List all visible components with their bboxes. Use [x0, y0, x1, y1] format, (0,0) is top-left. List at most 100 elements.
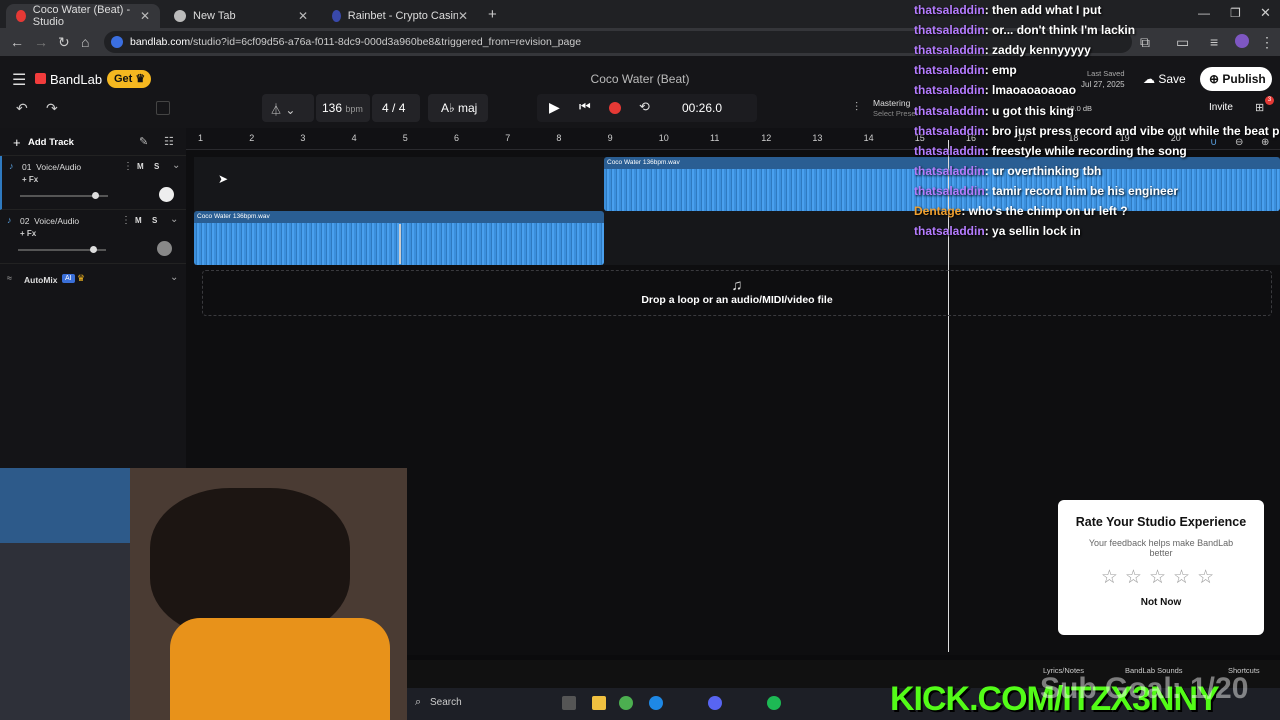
- wand-icon[interactable]: ✎: [139, 135, 148, 148]
- play-icon[interactable]: ▶: [549, 99, 560, 116]
- track-row-1[interactable]: ♪ 01 Voice/Audio + Fx ⋮ M S ⌄: [0, 156, 186, 210]
- star-icon[interactable]: ☆: [1101, 567, 1125, 588]
- url-host: bandlab.com: [130, 36, 191, 48]
- record-icon[interactable]: [609, 102, 621, 114]
- star-icon[interactable]: ☆: [1197, 567, 1221, 588]
- track-menu-icon[interactable]: ⋮: [123, 161, 133, 172]
- star-icon[interactable]: ☆: [1149, 567, 1173, 588]
- home-icon[interactable]: ⌂: [81, 34, 89, 50]
- spotify-icon[interactable]: [767, 696, 781, 710]
- ruler-bar-number: 6: [454, 133, 460, 143]
- webcam-overlay: [0, 468, 407, 720]
- view-toggle-icon[interactable]: [156, 101, 170, 115]
- close-tab-icon[interactable]: ✕: [140, 9, 150, 23]
- redo-icon[interactable]: ↷: [46, 100, 58, 117]
- mastering-icon[interactable]: ⫶: [855, 100, 858, 115]
- track-menu-icon[interactable]: ⋮: [121, 215, 131, 226]
- new-tab-icon[interactable]: +: [488, 6, 497, 23]
- chat-text: : ur overthinking tbh: [984, 163, 1102, 178]
- clip-split-marker: [399, 224, 401, 264]
- chat-message: thatsaladdin: ya sellin lock in: [914, 224, 1081, 238]
- bpm-field[interactable]: 136 bpm: [316, 94, 370, 122]
- add-icon[interactable]: +: [13, 135, 21, 150]
- chat-text: : who's the chimp on ur left ?: [961, 204, 1128, 218]
- mute-button[interactable]: M: [135, 216, 142, 225]
- mastering-label[interactable]: Mastering: [873, 98, 910, 108]
- ruler-bar-number: 4: [351, 133, 357, 143]
- tab-new[interactable]: New Tab ✕: [164, 4, 318, 28]
- close-tab-icon[interactable]: ✕: [458, 9, 468, 23]
- close-tab-icon[interactable]: ✕: [298, 9, 308, 23]
- add-fx-button[interactable]: + Fx: [22, 175, 38, 184]
- discord-icon[interactable]: [708, 696, 722, 710]
- chat-username: thatsaladdin: [914, 43, 985, 58]
- automix-row[interactable]: ≈ AutoMix AI ♛ ⌄: [0, 268, 186, 292]
- brand-name: BandLab: [50, 72, 103, 87]
- project-title[interactable]: Coco Water (Beat): [520, 72, 760, 86]
- chat-username: thatsaladdin: [914, 23, 985, 38]
- volume-slider-handle[interactable]: [91, 192, 99, 199]
- track-row-2[interactable]: ♪ 02 Voice/Audio + Fx ⋮ M S ⌄: [0, 210, 186, 264]
- add-fx-button[interactable]: + Fx: [20, 229, 36, 238]
- solo-button[interactable]: S: [152, 216, 157, 225]
- add-track-button[interactable]: Add Track: [28, 137, 74, 148]
- rainbet-favicon-icon: [332, 10, 341, 22]
- music-note-icon: ♫: [731, 277, 743, 294]
- chat-text: : then add what I put: [984, 3, 1102, 17]
- chat-username: thatsaladdin: [914, 163, 985, 178]
- loop-icon[interactable]: ⟲: [639, 99, 650, 115]
- sliders-icon[interactable]: ☷: [164, 135, 174, 148]
- chevron-down-icon[interactable]: ⌄: [172, 160, 180, 171]
- star-icon[interactable]: ☆: [1125, 567, 1149, 588]
- ruler-bar-number: 8: [556, 133, 562, 143]
- chat-username: thatsaladdin: [914, 63, 985, 78]
- taskbar-search[interactable]: Search: [430, 697, 462, 708]
- reload-icon[interactable]: ↻: [58, 34, 70, 51]
- skip-back-icon[interactable]: ⏮: [579, 99, 591, 115]
- key-field[interactable]: A♭ maj: [428, 94, 488, 122]
- not-now-button[interactable]: Not Now: [1058, 597, 1264, 608]
- ruler-bar-number: 14: [863, 133, 874, 143]
- solo-button[interactable]: S: [154, 162, 159, 171]
- chevron-down-icon[interactable]: ⌄: [170, 272, 178, 283]
- pan-knob[interactable]: [157, 241, 172, 256]
- chrome-icon[interactable]: [619, 696, 633, 710]
- folder-icon[interactable]: [592, 696, 606, 710]
- key-value: A♭ maj: [441, 101, 478, 115]
- track-panel: + Add Track ✎ ☷ ♪ 01 Voice/Audio + Fx ⋮ …: [0, 128, 186, 468]
- search-icon[interactable]: ⌕: [415, 696, 421, 709]
- volume-slider-handle[interactable]: [89, 246, 97, 253]
- back-icon[interactable]: ←: [10, 34, 24, 50]
- edge-icon[interactable]: [649, 696, 663, 710]
- pan-knob[interactable]: [159, 187, 174, 202]
- chat-message: Dentage: who's the chimp on ur left ?: [914, 204, 1128, 218]
- time-signature-field[interactable]: 4 / 4: [372, 94, 420, 122]
- metronome-button[interactable]: ⏃ ⌄: [262, 94, 314, 122]
- mouse-cursor-icon: ➤: [218, 172, 229, 186]
- chat-username: thatsaladdin: [914, 183, 985, 198]
- chat-text: : lmaoaoaoaoao: [984, 83, 1077, 98]
- chevron-down-icon[interactable]: ⌄: [170, 214, 178, 225]
- mute-button[interactable]: M: [137, 162, 144, 171]
- ruler-bar-number: 5: [402, 133, 408, 143]
- ruler-bar-number: 3: [300, 133, 306, 143]
- ruler-bar-number: 1: [198, 133, 204, 143]
- bpm-value: 136: [322, 101, 343, 115]
- undo-icon[interactable]: ↶: [16, 100, 28, 117]
- app-icon[interactable]: [562, 696, 576, 710]
- get-membership-button[interactable]: Get ♛: [107, 70, 151, 88]
- ruler-bar-number: 12: [761, 133, 772, 143]
- hamburger-menu-icon[interactable]: ☰: [12, 70, 26, 90]
- tab-rainbet[interactable]: Rainbet - Crypto Casino & Spo ✕: [322, 4, 478, 28]
- tab-bandlab[interactable]: Coco Water (Beat) - Studio ✕: [6, 4, 160, 28]
- site-info-icon[interactable]: [111, 36, 123, 48]
- sub-goal-text: Sub Goal: 1/20: [1040, 672, 1249, 705]
- globe-favicon-icon: [174, 10, 186, 22]
- metronome-icon: ⏃: [270, 103, 283, 117]
- time-sig-top: 4: [382, 101, 389, 115]
- drop-zone[interactable]: ♫ Drop a loop or an audio/MIDI/video fil…: [202, 270, 1272, 316]
- track-name[interactable]: 01 Voice/Audio: [22, 162, 81, 172]
- star-icon[interactable]: ☆: [1173, 567, 1197, 588]
- forward-icon[interactable]: →: [34, 34, 48, 50]
- track-name[interactable]: 02 Voice/Audio: [20, 216, 79, 226]
